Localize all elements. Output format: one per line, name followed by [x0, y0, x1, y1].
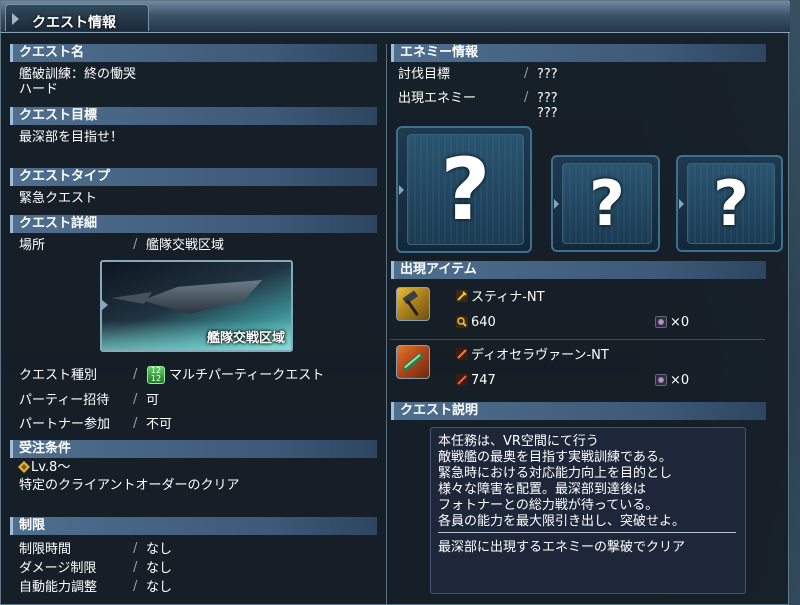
- party-invite-label: パーティー招待: [19, 393, 110, 408]
- enemy-slot-large[interactable]: ?: [396, 126, 532, 253]
- partner-value: 不可: [146, 417, 173, 432]
- location-ship-small: [112, 292, 152, 304]
- time-limit-label: 制限時間: [19, 542, 72, 557]
- enemy-slot-arrow-icon: [679, 198, 684, 209]
- description-header: クエスト説明: [391, 402, 766, 420]
- limits-header: 制限: [10, 517, 377, 535]
- auto-adjust-value: なし: [146, 580, 173, 595]
- location-value: 艦隊交戦区域: [146, 238, 225, 253]
- location-arrow-icon: [102, 300, 108, 310]
- party-invite-value: 可: [146, 393, 160, 408]
- requirement-text: 特定のクライアントオーダーのクリア: [19, 478, 240, 493]
- column-divider: [386, 44, 387, 604]
- quest-goal-header: クエスト目標: [10, 107, 377, 125]
- weapon-type-icon: [456, 290, 468, 302]
- items-header: 出現アイテム: [391, 261, 766, 279]
- unknown-enemy-icon: ?: [713, 167, 749, 240]
- appear-label: 出現エネミー: [398, 91, 477, 106]
- item-2-count: ×0: [670, 373, 690, 388]
- auto-adjust-label: 自動能力調整: [19, 580, 98, 595]
- enemy-slot-arrow-icon: [399, 184, 404, 195]
- category-separator: /: [133, 367, 138, 382]
- target-separator: /: [524, 66, 529, 81]
- power-icon: [456, 316, 468, 328]
- power-icon: [456, 374, 468, 386]
- item-separator: [390, 339, 765, 340]
- hammer-icon: [402, 290, 419, 316]
- enemy-slot-arrow-icon: [554, 198, 559, 209]
- clear-condition: 最深部に出現するエネミーの撃破でクリア: [438, 540, 686, 555]
- auto-adjust-separator: /: [133, 579, 138, 594]
- title-corner-icon: [12, 13, 19, 25]
- level-icon: [18, 461, 30, 473]
- quest-type-header: クエストタイプ: [10, 168, 377, 186]
- item-1-count: ×0: [670, 315, 690, 330]
- item-1-power: 640: [471, 315, 496, 330]
- saber-icon: [402, 352, 424, 372]
- location-image: 艦隊交戦区域: [100, 260, 293, 352]
- description-line-5: フォトナーとの総力戦が待っている。: [438, 498, 659, 513]
- partner-label: パートナー参加: [19, 417, 111, 432]
- quest-difficulty: ハード: [19, 82, 59, 97]
- weapon-type-icon: [456, 348, 468, 360]
- item-2-power: 747: [471, 373, 496, 388]
- title-bar[interactable]: クエスト情報: [1, 1, 790, 33]
- appear-separator: /: [524, 90, 529, 105]
- quest-goal-text: 最深部を目指せ！: [19, 130, 124, 145]
- appear-value-2: ???: [537, 106, 558, 121]
- damage-limit-value: なし: [146, 561, 173, 576]
- location-separator: /: [133, 237, 138, 252]
- item-2-icon[interactable]: [396, 345, 430, 379]
- location-label: 場所: [19, 238, 46, 253]
- party-invite-separator: /: [133, 392, 138, 407]
- time-limit-value: なし: [146, 542, 173, 557]
- enemy-slot-2[interactable]: ?: [551, 155, 660, 252]
- unknown-enemy-icon: ?: [589, 167, 625, 240]
- description-divider: [438, 532, 736, 533]
- target-value: ???: [537, 67, 558, 82]
- item-1-icon[interactable]: [396, 287, 430, 321]
- quest-detail-header: クエスト詳細: [10, 215, 377, 233]
- location-ship: [142, 280, 262, 314]
- quest-name-header: クエスト名: [10, 44, 377, 62]
- location-image-caption: 艦隊交戦区域: [206, 331, 285, 346]
- category-value: マルチパーティークエスト: [169, 368, 325, 383]
- description-line-6: 各員の能力を最大限引き出し、突破せよ。: [438, 514, 686, 529]
- enemy-info-header: エネミー情報: [391, 44, 766, 62]
- description-line-3: 緊急時における対応能力向上を目的とし: [438, 466, 673, 481]
- window-title: クエスト情報: [32, 15, 116, 31]
- time-limit-separator: /: [133, 541, 138, 556]
- requirements-header: 受注条件: [10, 440, 377, 458]
- quantity-icon: [655, 316, 667, 328]
- title-tab: クエスト情報: [5, 4, 149, 31]
- item-1-name: スティナ-NT: [471, 290, 545, 305]
- item-2-name: ディオセラヴァーン-NT: [471, 348, 609, 363]
- quest-name: 艦破訓練：終の慟哭: [19, 67, 137, 82]
- appear-value-1: ???: [537, 91, 558, 106]
- partner-separator: /: [133, 416, 138, 431]
- enemy-slot-3[interactable]: ?: [676, 155, 783, 252]
- target-label: 討伐目標: [398, 67, 451, 82]
- unknown-enemy-icon: ?: [440, 139, 491, 240]
- category-label: クエスト種別: [19, 368, 98, 383]
- quantity-icon: [655, 374, 667, 386]
- required-level: Lv.8～: [31, 460, 71, 475]
- damage-limit-separator: /: [133, 560, 138, 575]
- description-line-1: 本任務は、VR空間にて行う: [438, 434, 599, 449]
- multi-party-icon: 12 12: [147, 366, 165, 384]
- description-line-4: 様々な障害を配置。最深部到達後は: [438, 482, 647, 497]
- description-line-2: 敵戦艦の最奥を目指す実戦訓練である。: [438, 450, 672, 465]
- damage-limit-label: ダメージ制限: [19, 561, 97, 576]
- quest-type-text: 緊急クエスト: [19, 191, 98, 206]
